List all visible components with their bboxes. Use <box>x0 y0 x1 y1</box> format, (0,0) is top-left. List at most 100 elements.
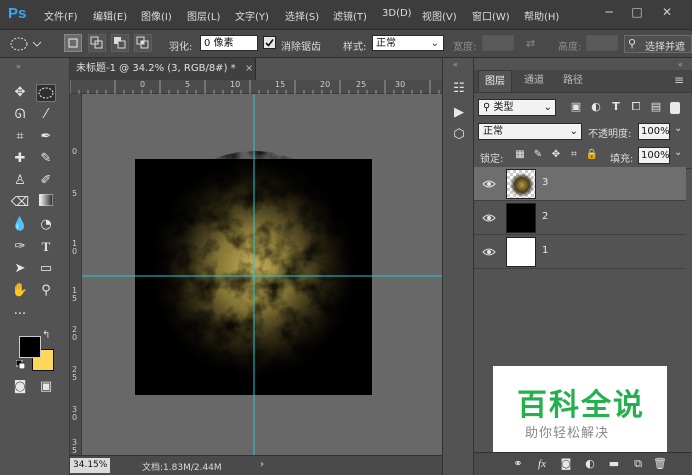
menu-view[interactable]: 视图(V) <box>422 8 457 23</box>
visibility-eye-icon[interactable] <box>482 178 496 190</box>
height-input[interactable] <box>586 35 618 51</box>
minimize-button[interactable]: ─ <box>598 2 620 22</box>
layer-row[interactable]: 1 <box>474 235 686 269</box>
menu-type[interactable]: 文字(Y) <box>235 8 269 23</box>
visibility-eye-icon[interactable] <box>482 212 496 224</box>
filter-shape-icon[interactable]: ⧠ <box>626 98 646 116</box>
quick-mask-icon[interactable]: ◙ <box>10 378 30 396</box>
zoom-field[interactable]: 34.15% <box>70 458 110 473</box>
brush-tool-icon[interactable]: ✎ <box>36 150 56 168</box>
clone-stamp-tool-icon[interactable]: ♙ <box>10 172 30 190</box>
opacity-input[interactable]: 100% <box>638 123 670 140</box>
filter-adjustment-icon[interactable]: ◐ <box>586 98 606 116</box>
lock-artboard-icon[interactable]: ⌗ <box>564 146 584 164</box>
menu-layer[interactable]: 图层(L) <box>187 8 220 23</box>
mask-icon[interactable]: ◙ <box>556 455 576 473</box>
group-icon[interactable]: ▬ <box>604 455 624 473</box>
lasso-tool-icon[interactable]: ᘏ <box>10 106 30 124</box>
menu-help[interactable]: 帮助(H) <box>524 8 559 23</box>
trash-icon[interactable]: 🗑 <box>650 455 670 473</box>
elliptical-marquee-tool-icon[interactable] <box>36 84 56 102</box>
horizontal-ruler[interactable]: 0 5 10 15 20 25 30 <box>70 80 442 94</box>
feather-input[interactable]: 0 像素 <box>200 35 258 51</box>
screen-mode-icon[interactable]: ▣ <box>36 378 56 396</box>
menu-select[interactable]: 选择(S) <box>285 8 319 23</box>
lock-position-icon[interactable]: ✥ <box>546 146 566 164</box>
filter-smart-object-icon[interactable]: ▤ <box>646 98 666 116</box>
menu-edit[interactable]: 编辑(E) <box>93 8 127 23</box>
width-input[interactable] <box>482 35 514 51</box>
intersect-selection-button[interactable] <box>134 34 152 52</box>
collapse-icon[interactable]: « <box>453 60 458 69</box>
tab-paths[interactable]: 路径 <box>556 70 590 92</box>
filter-type-icon[interactable]: T <box>606 98 626 116</box>
canvas-workspace[interactable] <box>82 94 442 455</box>
add-selection-button[interactable] <box>88 34 106 52</box>
more-tools-icon[interactable]: ··· <box>10 306 30 324</box>
actions-panel-icon[interactable]: ▶ <box>449 104 469 122</box>
healing-brush-tool-icon[interactable]: ✚ <box>10 150 30 168</box>
collapse-toolbox-icon[interactable]: » <box>16 62 21 71</box>
default-colors-icon[interactable] <box>15 359 26 370</box>
close-document-icon[interactable]: × <box>245 63 253 74</box>
menu-window[interactable]: 窗口(W) <box>472 8 510 23</box>
blend-mode-select[interactable]: 正常 ⌄ <box>478 123 582 140</box>
hand-tool-icon[interactable]: ✋ <box>10 282 30 300</box>
history-panel-icon[interactable]: ☷ <box>449 80 469 98</box>
layer-row[interactable]: 2 <box>474 201 686 235</box>
tab-channels[interactable]: 通道 <box>516 70 552 92</box>
select-mask-button[interactable]: ⚲ 选择并遮 <box>624 35 692 53</box>
crop-tool-icon[interactable]: ⌗ <box>10 128 30 146</box>
vertical-ruler[interactable]: 0 5 1 0 1 5 2 0 2 5 3 0 3 5 <box>70 94 82 455</box>
style-select[interactable]: 正常 ⌄ <box>372 35 444 51</box>
close-window-button[interactable]: ✕ <box>656 2 678 22</box>
zoom-tool-icon[interactable]: ⚲ <box>36 282 56 300</box>
type-tool-icon[interactable]: T <box>36 238 56 256</box>
path-selection-tool-icon[interactable]: ➤ <box>10 260 30 278</box>
swap-colors-icon[interactable]: ↰ <box>42 330 50 341</box>
antialias-checkbox[interactable] <box>263 36 276 49</box>
foreground-color-swatch[interactable] <box>19 336 41 358</box>
fill-input[interactable]: 100% <box>638 147 670 164</box>
layer-kind-filter[interactable]: ⚲ 类型 ⌄ <box>478 99 556 116</box>
maximize-button[interactable]: □ <box>626 2 648 22</box>
menu-file[interactable]: 文件(F) <box>44 8 78 23</box>
link-icon[interactable]: ⚭ <box>508 455 528 473</box>
visibility-eye-icon[interactable] <box>482 246 496 258</box>
filter-toggle-icon[interactable] <box>670 102 680 114</box>
lock-all-icon[interactable]: 🔒 <box>582 146 602 164</box>
new-selection-button[interactable] <box>64 34 82 52</box>
move-tool-icon[interactable]: ✥ <box>10 84 30 102</box>
layer-row[interactable]: 3 <box>474 167 686 201</box>
status-menu-arrow[interactable]: › <box>260 459 264 470</box>
blur-tool-icon[interactable]: 💧 <box>10 216 30 234</box>
subtract-selection-button[interactable] <box>111 34 129 52</box>
history-brush-tool-icon[interactable]: ✐ <box>36 172 56 190</box>
filter-pixel-icon[interactable]: ▣ <box>566 98 586 116</box>
document-canvas[interactable] <box>82 94 442 455</box>
lock-transparent-icon[interactable]: ▦ <box>510 146 530 164</box>
tab-layers[interactable]: 图层 <box>478 70 512 92</box>
opacity-dropdown-icon[interactable]: ⌄ <box>674 123 682 134</box>
gradient-tool-icon[interactable] <box>36 193 56 212</box>
menu-image[interactable]: 图像(I) <box>141 8 172 23</box>
menu-3d[interactable]: 3D(D) <box>382 8 412 19</box>
panel-menu-icon[interactable]: ≡ <box>674 73 684 87</box>
eraser-tool-icon[interactable]: ⌫ <box>10 194 30 212</box>
eyedropper-tool-icon[interactable]: ✒ <box>36 128 56 146</box>
document-tab[interactable]: 未标题-1 @ 34.2% (3, RGB/8#) * × <box>70 58 256 80</box>
3d-panel-icon[interactable]: ⬡ <box>449 126 469 144</box>
lock-image-icon[interactable]: ✎ <box>528 146 548 164</box>
dodge-tool-icon[interactable]: ◔ <box>36 216 56 234</box>
pen-tool-icon[interactable]: ✑ <box>10 238 30 256</box>
fx-icon[interactable]: fx <box>532 455 552 473</box>
adjustment-icon[interactable]: ◐ <box>580 455 600 473</box>
rectangle-tool-icon[interactable]: ▭ <box>36 260 56 278</box>
swap-icon[interactable]: ⇄ <box>526 37 535 50</box>
new-layer-icon[interactable]: ⧉ <box>628 455 648 473</box>
tool-preset-picker[interactable] <box>8 36 42 52</box>
collapse-panel-icon[interactable]: « <box>678 60 683 69</box>
menu-filter[interactable]: 滤镜(T) <box>333 8 367 23</box>
magic-wand-tool-icon[interactable]: ⁄ <box>36 106 56 124</box>
fill-dropdown-icon[interactable]: ⌄ <box>674 147 682 158</box>
